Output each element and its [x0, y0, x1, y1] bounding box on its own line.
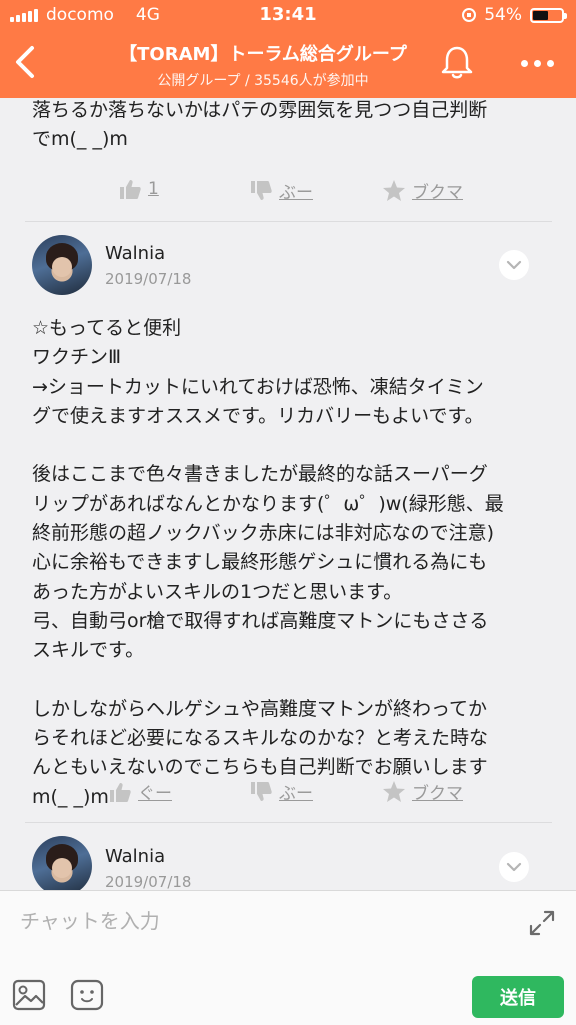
author-name[interactable]: Walnia: [105, 846, 165, 867]
battery-percent: 54%: [484, 5, 522, 25]
like-count: 1: [148, 179, 159, 199]
dislike-button[interactable]: ぶー: [249, 779, 313, 804]
dislike-button[interactable]: ぶー: [249, 178, 313, 203]
bookmark-button[interactable]: ブクマ: [382, 779, 463, 804]
like-button[interactable]: ぐー: [108, 779, 172, 804]
chat-composer: チャットを入力 送信: [0, 890, 576, 1025]
like-label: ぐー: [138, 784, 172, 804]
star-icon: [383, 780, 405, 802]
header-title-block[interactable]: 【TORAM】トーラム総合グループ 公開グループ / 35546人が参加中: [90, 40, 436, 90]
dislike-label: ぶー: [279, 183, 313, 203]
expand-icon[interactable]: [528, 909, 556, 937]
bookmark-label: ブクマ: [412, 183, 463, 203]
status-right: 54%: [462, 5, 567, 25]
like-button[interactable]: 1: [118, 178, 159, 200]
status-bar: docomo 4G 13:41 54%: [0, 0, 576, 30]
group-title: 【TORAM】トーラム総合グループ: [119, 44, 407, 65]
chat-input[interactable]: チャットを入力: [20, 905, 160, 934]
author-name[interactable]: Walnia: [105, 243, 165, 264]
sticker-icon[interactable]: [70, 979, 104, 1011]
post-actions: 1 ぶー ブクマ: [0, 178, 576, 208]
chevron-down-icon: [506, 862, 522, 872]
chevron-down-icon: [506, 260, 522, 270]
post-date: 2019/07/18: [105, 270, 192, 288]
divider: [25, 221, 552, 222]
app-header: 【TORAM】トーラム総合グループ 公開グループ / 35546人が参加中: [0, 30, 576, 98]
post-date: 2019/07/18: [105, 873, 192, 890]
image-icon[interactable]: [12, 979, 46, 1011]
message-list[interactable]: 落ちるか落ちないかはパテの雰囲気を見つつ自己判断 でm(_ _)m 1 ぶー ブ…: [0, 98, 576, 890]
avatar[interactable]: [32, 836, 92, 890]
thumbs-up-icon: [120, 180, 141, 199]
thumbs-up-icon: [110, 782, 131, 802]
battery-icon: [530, 7, 567, 23]
dislike-label: ぶー: [279, 784, 313, 804]
send-button[interactable]: 送信: [472, 976, 564, 1018]
divider: [25, 822, 552, 823]
post-body: ☆もってると便利 ワクチンⅢ →ショートカットにいれておけば恐怖、凍結タイミン …: [32, 317, 504, 808]
star-icon: [383, 179, 405, 201]
post-actions: ぐー ぶー ブクマ: [0, 779, 576, 809]
bookmark-label: ブクマ: [412, 784, 463, 804]
post-menu-button[interactable]: [499, 250, 529, 280]
more-options-icon[interactable]: [521, 60, 554, 67]
group-subtitle: 公開グループ / 35546人が参加中: [157, 73, 369, 89]
bookmark-button[interactable]: ブクマ: [382, 178, 463, 203]
battery-fill: [533, 10, 549, 20]
bell-icon[interactable]: [440, 44, 474, 80]
back-arrow-icon[interactable]: [10, 42, 42, 82]
post-body: 落ちるか落ちないかはパテの雰囲気を見つつ自己判断 でm(_ _)m: [32, 99, 488, 151]
avatar[interactable]: [32, 235, 92, 295]
thumbs-down-icon: [251, 781, 272, 801]
thumbs-down-icon: [251, 180, 272, 200]
post-menu-button[interactable]: [499, 852, 529, 882]
orientation-lock-icon: [462, 8, 477, 22]
